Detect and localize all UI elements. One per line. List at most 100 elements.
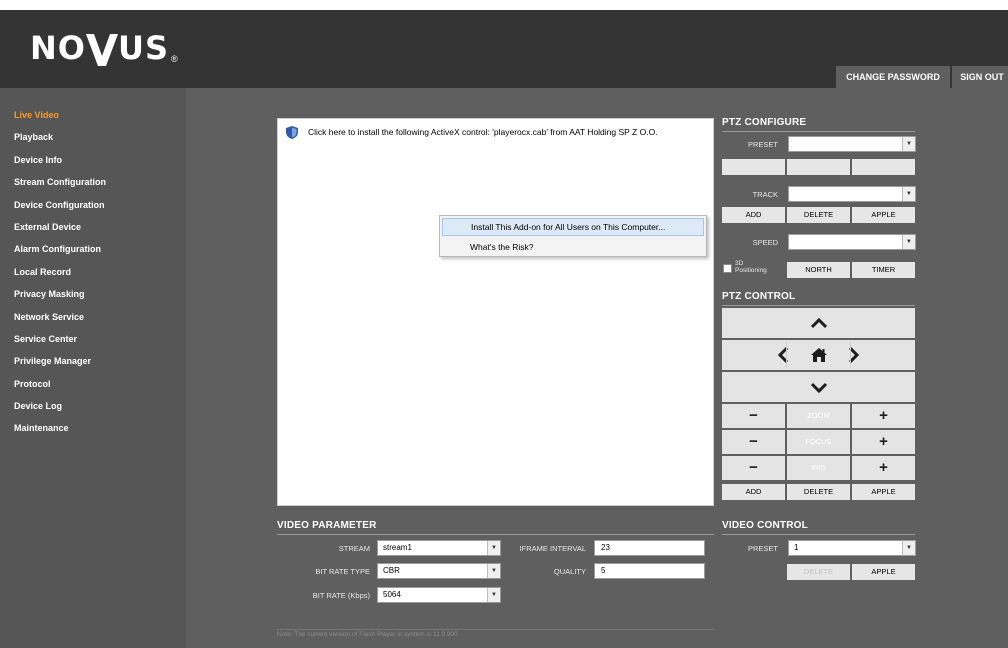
chevron-down-icon: ▼	[902, 235, 915, 249]
registered-mark: ®	[171, 54, 178, 64]
home-icon	[810, 348, 827, 362]
ptz-track-select[interactable]: ▼	[788, 186, 916, 202]
iris-open-button[interactable]: +	[852, 456, 915, 480]
iris-close-button[interactable]: −	[722, 456, 785, 480]
timer-button[interactable]: TIMER	[852, 262, 915, 278]
activex-info-bar[interactable]: Click here to install the following Acti…	[278, 119, 713, 145]
sidebar-item-protocol[interactable]: Protocol	[0, 373, 186, 395]
quality-input[interactable]: 5	[594, 563, 705, 579]
novus-logo: NO US ®	[30, 30, 178, 66]
preset-slot-3-button[interactable]	[852, 159, 915, 175]
preset-slot-2-button[interactable]	[787, 159, 850, 175]
chevron-down-icon: ▼	[902, 187, 915, 201]
sidebar-item-privacy-masking[interactable]: Privacy Masking	[0, 283, 186, 305]
app-window: NO US ® CHANGE PASSWORD SIGN OUT Live Vi…	[0, 10, 1008, 648]
chevron-down-icon: ▼	[487, 588, 500, 602]
north-button[interactable]: NORTH	[787, 262, 850, 278]
menu-item-install-addon[interactable]: Install This Add-on for All Users on Thi…	[442, 218, 704, 236]
chevron-down-icon: ▼	[487, 564, 500, 578]
sidebar-item-service-center[interactable]: Service Center	[0, 328, 186, 350]
sidebar-item-local-record[interactable]: Local Record	[0, 261, 186, 283]
ptz-speed-label: SPEED	[752, 238, 778, 247]
sidebar-item-alarm-configuration[interactable]: Alarm Configuration	[0, 238, 186, 260]
sign-out-button[interactable]: SIGN OUT	[952, 66, 1008, 88]
logo-v-icon	[85, 34, 118, 66]
video-control-title: VIDEO CONTROL	[722, 520, 808, 531]
focus-near-button[interactable]: −	[722, 430, 785, 454]
video-viewport[interactable]: Click here to install the following Acti…	[277, 118, 714, 506]
ptz-track-label: TRACK	[752, 190, 778, 199]
zoom-in-button[interactable]: +	[852, 404, 915, 428]
sidebar-item-device-info[interactable]: Device Info	[0, 149, 186, 171]
ptz-left-button[interactable]	[774, 341, 794, 369]
logo-text-right: US	[117, 29, 170, 67]
ptz-control-title: PTZ CONTROL	[722, 291, 796, 302]
chevron-down-icon: ▼	[902, 137, 915, 151]
sidebar-item-external-device[interactable]: External Device	[0, 216, 186, 238]
ptz-apple-button[interactable]: APPLE	[852, 484, 915, 500]
video-apple-button[interactable]: APPLE	[852, 564, 915, 580]
video-parameter-divider	[277, 534, 714, 535]
logo-text-left: NO	[30, 29, 86, 67]
bit-rate-type-select[interactable]: CBR ▼	[377, 563, 501, 579]
stream-label: STREAM	[338, 544, 370, 553]
pad-divider-right	[850, 342, 851, 368]
note-divider	[277, 629, 714, 630]
video-preset-select[interactable]: 1 ▼	[788, 540, 916, 556]
zoom-label: ZOOM	[787, 404, 850, 428]
chevron-left-icon	[778, 347, 789, 363]
video-parameter-title: VIDEO PARAMETER	[277, 520, 377, 531]
chevron-down-icon: ▼	[487, 541, 500, 555]
sidebar-item-device-log[interactable]: Device Log	[0, 395, 186, 417]
preset-slot-1-button[interactable]	[722, 159, 785, 175]
video-control-divider	[722, 534, 915, 535]
sidebar-item-live-video[interactable]: Live Video	[0, 104, 186, 126]
sidebar-item-network-service[interactable]: Network Service	[0, 306, 186, 328]
ptz-configure-divider	[722, 131, 915, 132]
shield-icon	[286, 125, 298, 139]
zoom-out-button[interactable]: −	[722, 404, 785, 428]
bit-rate-label: BIT RATE (Kbps)	[312, 591, 370, 600]
sidebar-item-device-configuration[interactable]: Device Configuration	[0, 194, 186, 216]
track-delete-button[interactable]: DELETE	[787, 207, 850, 223]
sidebar: Live Video Playback Device Info Stream C…	[0, 88, 186, 648]
context-menu: Install This Add-on for All Users on Thi…	[439, 215, 707, 257]
video-delete-button[interactable]: DELETE	[787, 564, 850, 580]
ptz-delete-button[interactable]: DELETE	[787, 484, 850, 500]
iris-label: IRIS	[787, 456, 850, 480]
sidebar-item-privilege-manager[interactable]: Privilege Manager	[0, 350, 186, 372]
ptz-down-button[interactable]	[722, 372, 915, 402]
ptz-up-button[interactable]	[722, 308, 915, 338]
3d-positioning-checkbox[interactable]	[723, 264, 732, 273]
sidebar-item-stream-configuration[interactable]: Stream Configuration	[0, 171, 186, 193]
track-apple-button[interactable]: APPLE	[852, 207, 915, 223]
quality-label: QUALITY	[553, 567, 586, 576]
pad-divider-left	[786, 342, 787, 368]
sidebar-item-playback[interactable]: Playback	[0, 126, 186, 148]
iframe-interval-label: IFRAME INTERVAL	[519, 544, 586, 553]
ptz-preset-label: PRESET	[747, 140, 778, 149]
bit-rate-type-label: BIT RATE TYPE	[315, 567, 370, 576]
ptz-home-button[interactable]	[806, 341, 832, 369]
ptz-right-button[interactable]	[844, 341, 864, 369]
change-password-button[interactable]: CHANGE PASSWORD	[836, 66, 950, 88]
sidebar-item-maintenance[interactable]: Maintenance	[0, 417, 186, 439]
chevron-down-icon: ▼	[902, 541, 915, 555]
ptz-preset-select[interactable]: ▼	[788, 136, 916, 152]
activex-message: Click here to install the following Acti…	[308, 127, 658, 137]
focus-label: FOCUS	[787, 430, 850, 454]
ptz-add-button[interactable]: ADD	[722, 484, 785, 500]
track-add-button[interactable]: ADD	[722, 207, 785, 223]
flash-version-note: Note: The current version of Flash Playe…	[277, 631, 458, 638]
chevron-down-icon	[810, 382, 827, 393]
ptz-control-divider	[722, 305, 915, 306]
iframe-interval-input[interactable]: 23	[594, 540, 705, 556]
video-preset-label: PRESET	[747, 544, 778, 553]
chevron-up-icon	[810, 317, 827, 328]
focus-far-button[interactable]: +	[852, 430, 915, 454]
menu-item-whats-the-risk[interactable]: What's the Risk?	[442, 238, 704, 256]
ptz-speed-select[interactable]: ▼	[788, 234, 916, 250]
bit-rate-select[interactable]: 5064 ▼	[377, 587, 501, 603]
stream-select[interactable]: stream1 ▼	[377, 540, 501, 556]
3d-positioning-label: 3D Positioning	[735, 260, 767, 274]
